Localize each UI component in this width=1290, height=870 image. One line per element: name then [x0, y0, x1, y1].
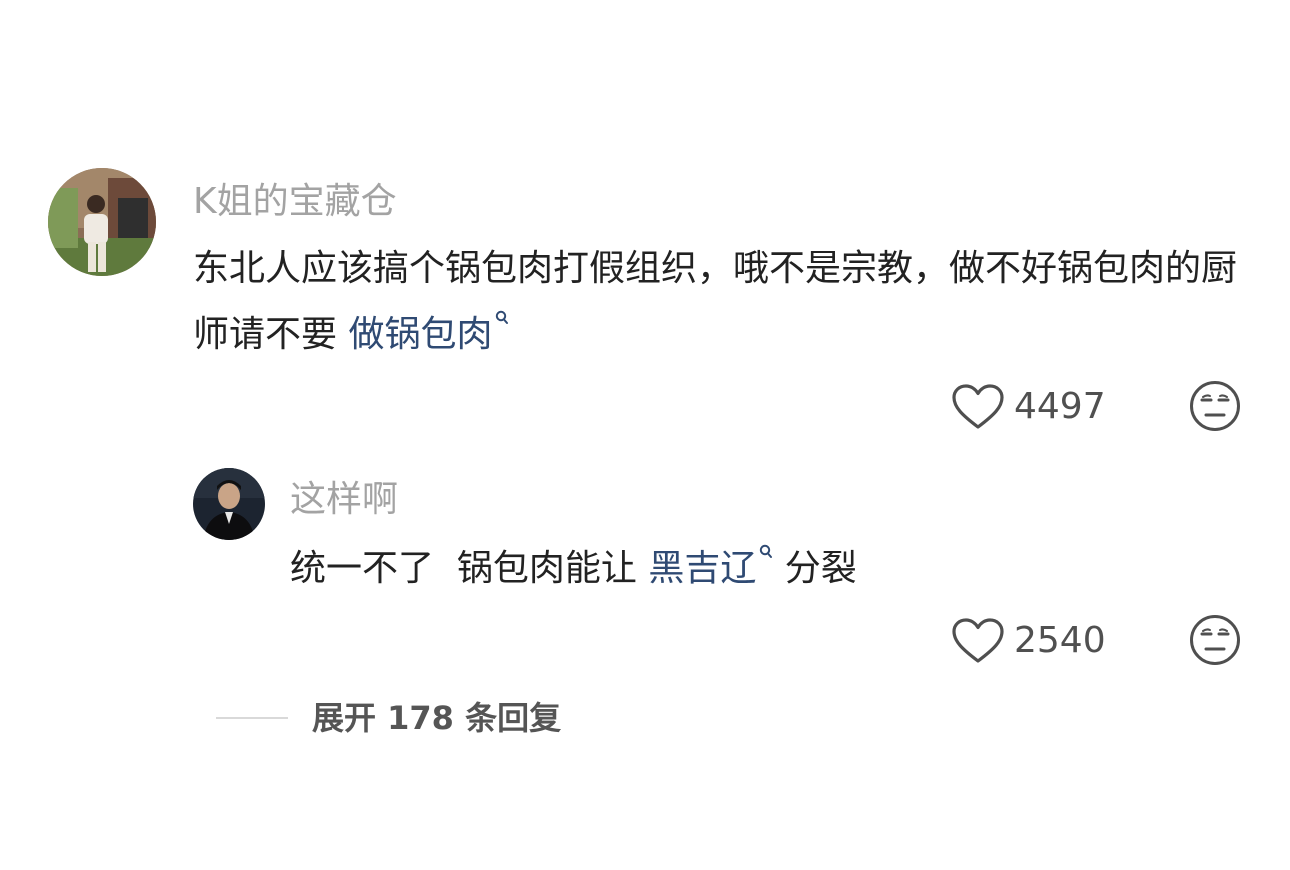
comment-search-link[interactable]: 做锅包肉 — [348, 310, 509, 355]
unamused-face-icon — [1190, 381, 1240, 431]
reply-text: 统一不了 锅包肉能让 黑吉辽 分裂 — [290, 536, 1250, 602]
comment-author-name[interactable]: K姐的宝藏仓 — [193, 180, 397, 224]
search-icon — [496, 310, 509, 324]
reply-dislike-button[interactable] — [1189, 614, 1241, 670]
heart-outline-icon — [952, 618, 1004, 663]
reply-author-avatar[interactable] — [193, 468, 265, 540]
expand-replies-label: 展开 178 条回复 — [312, 699, 562, 737]
unamused-face-icon — [1190, 615, 1240, 665]
comment-thread: K姐的宝藏仓 东北人应该搞个锅包肉打假组织，哦不是宗教，做不好锅包肉的厨师请不要… — [0, 0, 1290, 870]
comment-like-button[interactable]: 4497 — [952, 384, 1106, 430]
comment-text: 东北人应该搞个锅包肉打假组织，哦不是宗教，做不好锅包肉的厨师请不要 做锅包肉 — [193, 236, 1253, 368]
reply-search-link[interactable]: 黑吉辽 — [648, 544, 773, 589]
expand-divider — [216, 717, 288, 719]
reply-body-after: 分裂 — [773, 548, 857, 589]
reply-author-name[interactable]: 这样啊 — [290, 478, 398, 522]
comment-dislike-button[interactable] — [1189, 380, 1241, 436]
search-icon — [760, 544, 773, 558]
reply-like-button[interactable]: 2540 — [952, 618, 1106, 664]
comment-author-avatar[interactable] — [48, 168, 156, 276]
heart-outline-icon — [952, 384, 1004, 429]
expand-replies-button[interactable]: 展开 178 条回复 — [216, 696, 561, 740]
reply-body-before: 统一不了 锅包肉能让 — [290, 548, 649, 589]
reply-like-count: 2540 — [1014, 620, 1106, 661]
comment-like-count: 4497 — [1014, 386, 1106, 427]
